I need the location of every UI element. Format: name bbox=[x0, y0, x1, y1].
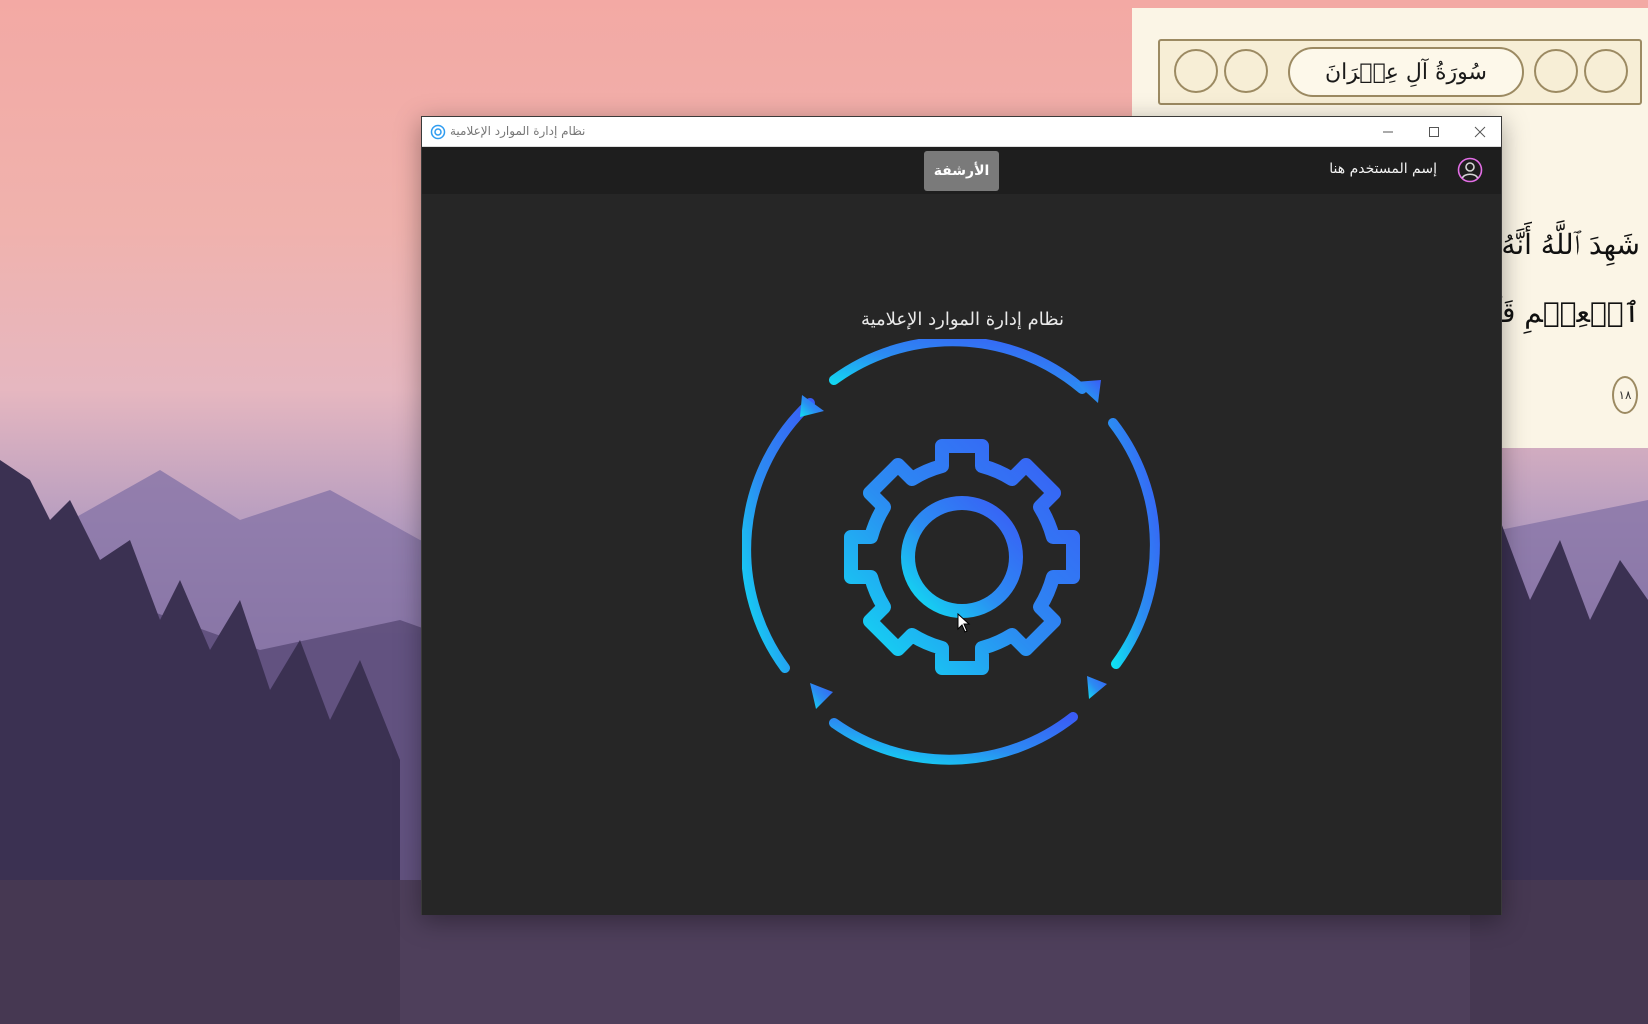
app-window: نظام إدارة الموارد الإعلامية الأرشفة إسم… bbox=[421, 116, 1502, 915]
system-title: نظام إدارة الموارد الإعلامية bbox=[860, 309, 1065, 330]
gear-refresh-icon bbox=[742, 339, 1160, 765]
minimize-icon bbox=[1383, 131, 1393, 133]
ornament-icon bbox=[1224, 49, 1268, 93]
ornament-icon bbox=[1174, 49, 1218, 93]
surah-header-frame: سُورَةُ آلِ عِمۡرَانَ bbox=[1158, 39, 1642, 105]
window-title: نظام إدارة الموارد الإعلامية bbox=[450, 124, 586, 138]
app-toolbar: الأرشفة إسم المستخدم هنا bbox=[422, 147, 1501, 194]
app-gear-icon bbox=[430, 124, 446, 140]
maximize-button[interactable] bbox=[1411, 117, 1457, 147]
ayah-number-marker: ١٨ bbox=[1612, 376, 1638, 414]
maximize-icon bbox=[1429, 127, 1439, 137]
mouse-cursor-icon bbox=[957, 613, 971, 633]
title-bar[interactable]: نظام إدارة الموارد الإعلامية bbox=[422, 117, 1501, 147]
main-content: نظام إدارة الموارد الإعلامية bbox=[422, 194, 1501, 915]
close-icon bbox=[1474, 126, 1486, 138]
surah-title: سُورَةُ آلِ عِمۡرَانَ bbox=[1288, 47, 1524, 97]
user-name-label[interactable]: إسم المستخدم هنا bbox=[1329, 161, 1437, 177]
ornament-icon bbox=[1534, 49, 1578, 93]
ornament-icon bbox=[1584, 49, 1628, 93]
user-circle-icon[interactable] bbox=[1457, 157, 1483, 183]
archive-button[interactable]: الأرشفة bbox=[924, 151, 999, 191]
minimize-button[interactable] bbox=[1365, 117, 1411, 147]
close-button[interactable] bbox=[1457, 117, 1503, 147]
